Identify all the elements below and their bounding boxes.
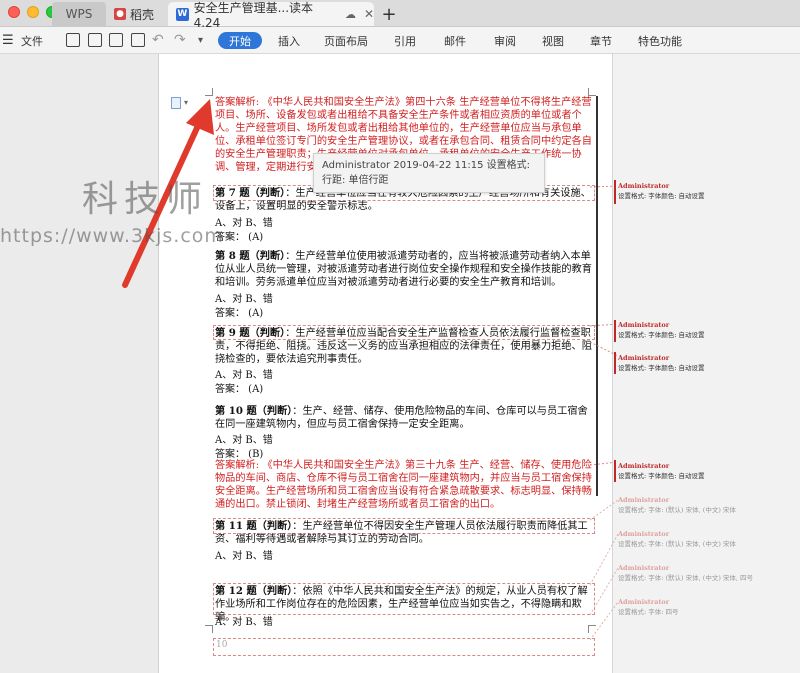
tab-start[interactable]: 开始: [218, 32, 262, 49]
page-number: 10: [216, 640, 228, 650]
save-icon[interactable]: [66, 33, 80, 47]
tab-view[interactable]: 视图: [540, 32, 566, 49]
tab-insert-label: 插入: [278, 34, 300, 48]
question-9: 第 9 题（判断）：生产经营单位应当配合安全生产监督检查人员依法履行监督检查职责…: [215, 327, 593, 366]
cloud-icon[interactable]: ☁: [345, 8, 356, 21]
question-10-answer: 答案： (B): [215, 449, 264, 460]
title-bar: WPS ● 稻壳 W 安全生产管理基...读本 4.24 ☁ ✕ +: [0, 0, 800, 30]
comment-connectors: [590, 185, 619, 641]
comment-bar: [614, 352, 616, 374]
tab-page-layout-label: 页面布局: [324, 34, 368, 48]
wps-writer-icon: W: [176, 7, 189, 21]
comment-text: 设置格式: 字体: 四号: [618, 608, 679, 616]
tab-mailings-label: 邮件: [444, 34, 466, 48]
file-menu-label: 文件: [21, 34, 43, 48]
question-11-title: 第 11 题（判断）: [215, 520, 293, 532]
daoke-icon: ●: [114, 8, 126, 20]
comment-4[interactable]: Administrator 设置格式: 字体颜色: 自动设置: [618, 461, 705, 481]
comment-text: 设置格式: 字体: (默认) 宋体, (中文) 宋体: [618, 540, 736, 548]
question-11: 第 11 题（判断）：生产经营单位不得因安全生产管理人员依法履行职责而降低其工资…: [215, 520, 593, 546]
question-11-options: A、对 B、错: [215, 551, 273, 562]
tooltip-line-2: 行距: 单倍行距: [322, 175, 389, 186]
tab-references[interactable]: 引用: [392, 32, 418, 49]
comment-author: Administrator: [618, 530, 670, 538]
print-icon[interactable]: [109, 33, 123, 47]
question-8: 第 8 题（判断）：生产经营单位使用被派遣劳动者的，应当将被派遣劳动者纳入本单位…: [215, 250, 593, 289]
question-10-options: A、对 B、错: [215, 435, 273, 446]
redo-icon[interactable]: ↷: [174, 31, 186, 48]
comment-author: Administrator: [618, 321, 670, 329]
export-pdf-icon[interactable]: [88, 33, 102, 47]
question-8-answer: 答案： (A): [215, 308, 264, 319]
question-12-title: 第 12 题（判断）: [215, 585, 293, 597]
question-10-title: 第 10 题（判断）: [215, 405, 293, 417]
question-9-answer: 答案： (A): [215, 384, 264, 395]
comment-7[interactable]: Administrator 设置格式: 字体: (默认) 宋体, (中文) 宋体…: [618, 563, 753, 583]
comment-author: Administrator: [618, 496, 670, 504]
revision-tooltip: Administrator 2019-04-22 11:15 设置格式: 行距:…: [313, 153, 545, 193]
question-9-title: 第 9 题（判断）: [215, 327, 286, 339]
comment-3[interactable]: Administrator 设置格式: 字体颜色: 自动设置: [618, 353, 705, 373]
comment-text: 设置格式: 字体颜色: 自动设置: [618, 472, 705, 480]
watermark-url: https://www.3kjs.com: [0, 225, 224, 247]
comment-author: Administrator: [618, 462, 670, 470]
new-tab-button[interactable]: +: [380, 2, 398, 26]
tab-daoke-label: 稻壳: [130, 7, 155, 22]
tab-wps-label: WPS: [65, 7, 93, 21]
tab-special-features[interactable]: 特色功能: [636, 32, 684, 49]
answer-explanation-q10: 答案解析: 《中华人民共和国安全生产法》第三十九条 生产、经营、储存、使用危险物…: [215, 460, 592, 510]
undo-icon[interactable]: ↶: [152, 31, 164, 48]
margin-corner-bottom-left: [205, 625, 213, 633]
comment-6[interactable]: Administrator 设置格式: 字体: (默认) 宋体, (中文) 宋体: [618, 529, 736, 549]
comment-author: Administrator: [618, 354, 670, 362]
watermark-title: 科技师: [82, 179, 209, 220]
tab-chapter[interactable]: 章节: [588, 32, 614, 49]
format-change-box: [213, 638, 595, 656]
comment-8[interactable]: Administrator 设置格式: 字体: 四号: [618, 597, 679, 617]
tab-daoke[interactable]: ● 稻壳: [108, 2, 168, 26]
tab-review-label: 审阅: [494, 34, 516, 48]
toolbar: ☰ 文件 ↶ ↷ ▾ 开始 插入 页面布局 引用 邮件 审阅 视图 章节 特色功…: [0, 27, 800, 54]
tab-view-label: 视图: [542, 34, 564, 48]
tab-wps[interactable]: WPS: [52, 2, 106, 26]
margin-corner-top-right: [588, 88, 596, 96]
tab-chapter-label: 章节: [590, 34, 612, 48]
comment-author: Administrator: [618, 564, 670, 572]
minimize-window-button[interactable]: [27, 6, 39, 18]
comment-bar: [614, 320, 616, 342]
comment-text: 设置格式: 字体颜色: 自动设置: [618, 192, 705, 200]
print-preview-icon[interactable]: [131, 33, 145, 47]
tab-special-features-label: 特色功能: [638, 34, 682, 48]
comment-text: 设置格式: 字体颜色: 自动设置: [618, 364, 705, 372]
tab-insert[interactable]: 插入: [276, 32, 302, 49]
comment-author: Administrator: [618, 182, 670, 190]
new-tab-label: +: [381, 3, 397, 25]
tab-start-label: 开始: [229, 34, 251, 48]
close-tab-icon[interactable]: ✕: [364, 7, 374, 21]
close-window-button[interactable]: [8, 6, 20, 18]
tab-page-layout[interactable]: 页面布局: [322, 32, 370, 49]
comment-5[interactable]: Administrator 设置格式: 字体: (默认) 宋体, (中文) 宋体: [618, 495, 736, 515]
tab-references-label: 引用: [394, 34, 416, 48]
question-10: 第 10 题（判断）：生产、经营、储存、使用危险物品的车间、仓库可以与员工宿舍在…: [215, 405, 593, 431]
tab-mailings[interactable]: 邮件: [442, 32, 468, 49]
comment-bar: [614, 460, 616, 482]
comment-bar: [614, 180, 616, 204]
comment-text: 设置格式: 字体颜色: 自动设置: [618, 331, 705, 339]
comment-author: Administrator: [618, 598, 670, 606]
comment-text: 设置格式: 字体: (默认) 宋体, (中文) 宋体, 四号: [618, 574, 754, 582]
quick-access-dropdown-icon[interactable]: ▾: [198, 32, 203, 49]
hamburger-menu-icon[interactable]: ☰: [2, 32, 14, 49]
file-menu[interactable]: 文件: [21, 32, 43, 49]
question-12-options: A、对 B、错: [215, 617, 273, 628]
tab-document[interactable]: W 安全生产管理基...读本 4.24 ☁ ✕: [168, 1, 374, 30]
comment-1[interactable]: Administrator 设置格式: 字体颜色: 自动设置: [618, 181, 705, 201]
comment-2[interactable]: Administrator 设置格式: 字体颜色: 自动设置: [618, 320, 705, 340]
question-9-options: A、对 B、错: [215, 370, 273, 381]
tab-review[interactable]: 审阅: [492, 32, 518, 49]
comment-text: 设置格式: 字体: (默认) 宋体, (中文) 宋体: [618, 506, 736, 514]
tab-document-label: 安全生产管理基...读本 4.24: [193, 0, 314, 30]
tooltip-line-1: Administrator 2019-04-22 11:15 设置格式:: [322, 160, 531, 171]
